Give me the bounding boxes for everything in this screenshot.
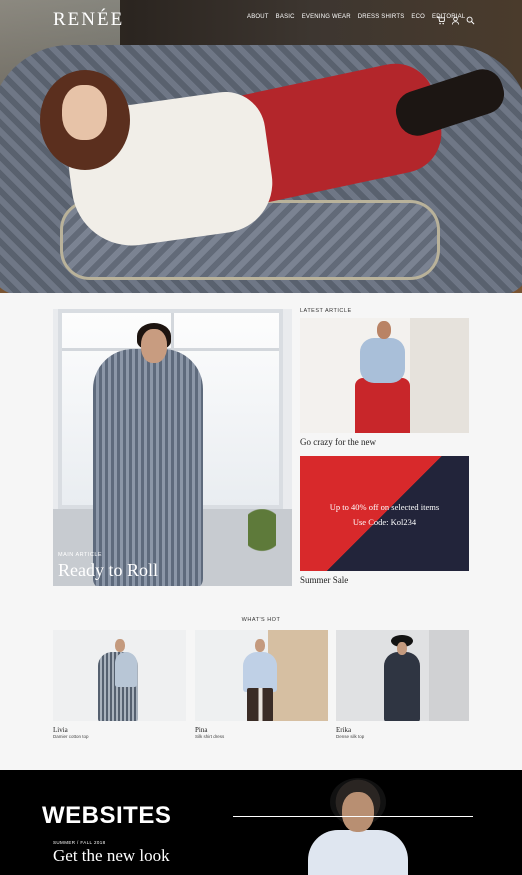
hot-item-erika-desc: Dense silk top <box>336 734 365 739</box>
hot-item-erika[interactable] <box>336 630 469 721</box>
hot-item-livia[interactable] <box>53 630 186 721</box>
hot-item-model-trousers <box>247 688 273 721</box>
banner-divider <box>233 816 473 817</box>
banner-cta-link[interactable]: Get the new look <box>53 846 170 866</box>
latest-article-label: LATEST ARTICLE <box>300 308 352 314</box>
latest-article-card[interactable] <box>300 318 469 433</box>
sale-card[interactable]: Up to 40% off on selected items Use Code… <box>300 456 469 571</box>
sale-code-text: Use Code: Kol234 <box>352 517 417 527</box>
cart-icon[interactable] <box>436 12 446 25</box>
hot-item-image <box>53 630 186 721</box>
hot-item-model-head <box>397 642 407 655</box>
nav-item-basic[interactable]: BASIC <box>276 14 295 20</box>
hot-item-model-head <box>115 639 125 652</box>
main-article-kicker: MAIN ARTICLE <box>58 552 103 558</box>
main-article-card[interactable] <box>53 309 292 586</box>
main-article-plant <box>248 509 276 579</box>
banner-model-face <box>342 792 374 832</box>
hot-item-pina-name[interactable]: Pina <box>195 726 207 734</box>
hot-item-pina-desc: Silk shirt dress <box>195 734 225 739</box>
latest-article-shadow <box>410 318 469 433</box>
search-icon[interactable] <box>466 12 475 25</box>
brand-logo[interactable]: RENÉE <box>53 9 124 31</box>
latest-article-model-head <box>377 321 391 339</box>
banner-model-shirt <box>308 830 408 875</box>
nav-item-evening-wear[interactable]: EVENING WEAR <box>302 14 351 20</box>
latest-article-caption[interactable]: Go crazy for the new <box>300 437 376 447</box>
sale-card-caption[interactable]: Summer Sale <box>300 575 348 585</box>
main-article-model-coat <box>93 349 203 586</box>
whats-hot-label: WHAT'S HOT <box>241 617 281 623</box>
user-icon[interactable] <box>451 12 460 25</box>
hot-item-livia-name[interactable]: Livia <box>53 726 68 734</box>
hot-item-model-shirt <box>115 652 137 687</box>
sale-offer-text: Up to 40% off on selected items <box>329 502 440 512</box>
nav-icons <box>436 12 475 25</box>
banner-kicker: SUMMER / FALL 2018 <box>53 840 106 845</box>
main-article-title[interactable]: Ready to Roll <box>58 560 158 581</box>
hot-item-image <box>195 630 328 721</box>
hot-item-model-head <box>255 639 265 652</box>
main-article-model-head <box>141 329 167 363</box>
hot-item-livia-desc: Damier cotton top <box>53 734 89 739</box>
hot-item-image <box>336 630 469 721</box>
hero-image <box>0 0 522 293</box>
nav-item-dress-shirts[interactable]: DRESS SHIRTS <box>358 14 405 20</box>
latest-article-model-skirt <box>355 378 410 433</box>
nav-item-eco[interactable]: ECO <box>411 14 425 20</box>
sale-card-text: Up to 40% off on selected items Use Code… <box>300 500 469 530</box>
banner-title: WEBSITES <box>42 802 172 829</box>
hot-item-erika-name[interactable]: Erika <box>336 726 351 734</box>
hot-item-pina[interactable] <box>195 630 328 721</box>
hot-item-model-shirt <box>243 652 277 692</box>
nav-item-about[interactable]: ABOUT <box>247 14 269 20</box>
main-nav: ABOUT BASIC EVENING WEAR DRESS SHIRTS EC… <box>247 14 465 20</box>
latest-article-model-shirt <box>360 338 405 383</box>
hero-model-face <box>62 85 107 140</box>
hot-item-model <box>384 652 420 721</box>
